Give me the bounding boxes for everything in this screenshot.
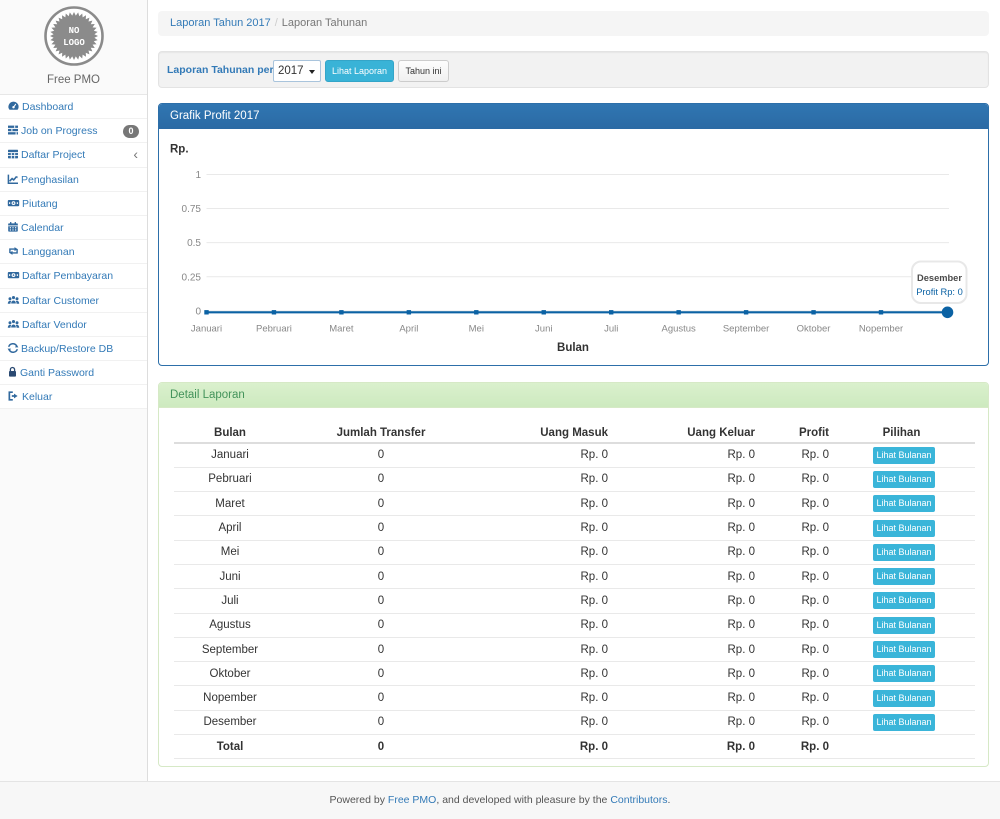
svg-text:0: 0 (195, 307, 201, 318)
svg-text:Desember: Desember (917, 273, 962, 283)
svg-text:LOGO: LOGO (63, 38, 85, 48)
svg-text:Maret: Maret (329, 323, 354, 334)
svg-text:0.75: 0.75 (182, 204, 202, 215)
svg-text:April: April (399, 323, 418, 334)
svg-text:Profit Rp: 0: Profit Rp: 0 (916, 287, 963, 297)
svg-text:Juni: Juni (535, 323, 552, 334)
svg-text:0.25: 0.25 (182, 272, 202, 283)
svg-text:Mei: Mei (469, 323, 484, 334)
svg-text:September: September (723, 323, 769, 334)
svg-text:Nopember: Nopember (859, 323, 903, 334)
svg-text:Pebruari: Pebruari (256, 323, 292, 334)
svg-text:1: 1 (195, 170, 201, 181)
svg-text:Oktober: Oktober (797, 323, 831, 334)
svg-text:Juli: Juli (604, 323, 618, 334)
svg-text:Rp.: Rp. (170, 144, 189, 156)
svg-text:Agustus: Agustus (661, 323, 696, 334)
svg-text:Bulan: Bulan (557, 342, 589, 354)
svg-text:Januari: Januari (191, 323, 222, 334)
svg-text:0.5: 0.5 (187, 238, 201, 249)
svg-text:NO: NO (68, 26, 79, 36)
